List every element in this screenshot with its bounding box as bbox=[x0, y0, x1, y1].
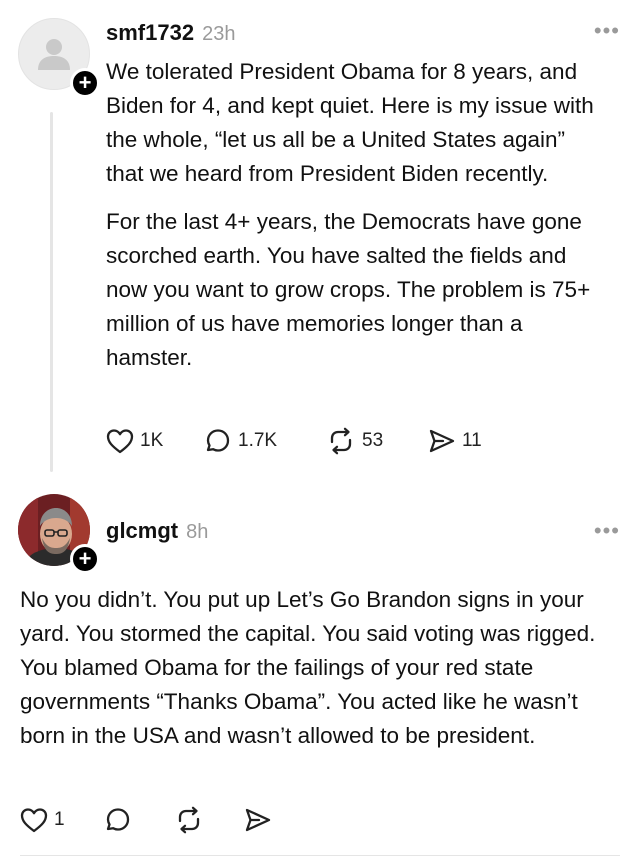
post-actions: 1 bbox=[20, 806, 284, 834]
reply-button[interactable] bbox=[104, 806, 174, 834]
post-header: smf1732 23h bbox=[106, 20, 235, 46]
heart-icon bbox=[20, 808, 48, 833]
follow-button[interactable]: + bbox=[70, 544, 100, 574]
username[interactable]: glcmgt bbox=[106, 518, 178, 544]
avatar-glcmgt[interactable]: + bbox=[18, 494, 100, 574]
avatar-smf1732[interactable]: + bbox=[18, 18, 100, 98]
repost-button[interactable]: 53 bbox=[326, 427, 428, 455]
like-button[interactable]: 1K bbox=[106, 428, 204, 454]
post-paragraph: No you didn’t. You put up Let’s Go Brand… bbox=[20, 587, 596, 748]
more-dots-icon[interactable]: ••• bbox=[594, 18, 620, 44]
timestamp: 8h bbox=[186, 521, 209, 543]
post-smf1732: + smf1732 23h ••• We tolerated President… bbox=[0, 0, 640, 480]
plus-icon: + bbox=[78, 70, 92, 95]
post-paragraph: For the last 4+ years, the Democrats hav… bbox=[106, 209, 591, 370]
repost-arrows-icon bbox=[178, 806, 200, 834]
plus-icon: + bbox=[78, 546, 92, 571]
post-body: We tolerated President Obama for 8 years… bbox=[106, 55, 606, 375]
heart-icon bbox=[106, 429, 134, 454]
send-icon bbox=[429, 429, 455, 453]
timestamp: 23h bbox=[202, 23, 236, 45]
post-paragraph: We tolerated President Obama for 8 years… bbox=[106, 59, 594, 186]
post-body: No you didn’t. You put up Let’s Go Brand… bbox=[20, 583, 620, 753]
like-count: 1K bbox=[140, 430, 164, 451]
post-actions: 1K 1.7K 53 11 bbox=[106, 427, 508, 455]
comment-bubble-icon bbox=[206, 429, 230, 452]
repost-button[interactable] bbox=[174, 806, 244, 834]
share-count: 11 bbox=[462, 430, 482, 451]
comment-bubble-icon bbox=[106, 808, 130, 831]
follow-button[interactable]: + bbox=[70, 68, 100, 98]
reply-button[interactable]: 1.7K bbox=[204, 427, 326, 455]
share-button[interactable]: 11 bbox=[428, 428, 508, 454]
username[interactable]: smf1732 bbox=[106, 20, 194, 46]
repost-count: 53 bbox=[362, 430, 384, 451]
share-button[interactable] bbox=[244, 807, 284, 833]
like-count: 1 bbox=[54, 809, 65, 830]
reply-count: 1.7K bbox=[238, 430, 278, 451]
like-button[interactable]: 1 bbox=[20, 807, 104, 833]
thread-line bbox=[50, 112, 53, 472]
repost-arrows-icon bbox=[330, 427, 352, 455]
divider bbox=[20, 855, 620, 856]
send-icon bbox=[245, 808, 271, 832]
post-glcmgt: + glcmgt 8h ••• No you didn’t. You put u… bbox=[0, 480, 640, 860]
more-dots-icon[interactable]: ••• bbox=[594, 518, 620, 544]
post-header: glcmgt 8h bbox=[106, 518, 208, 544]
